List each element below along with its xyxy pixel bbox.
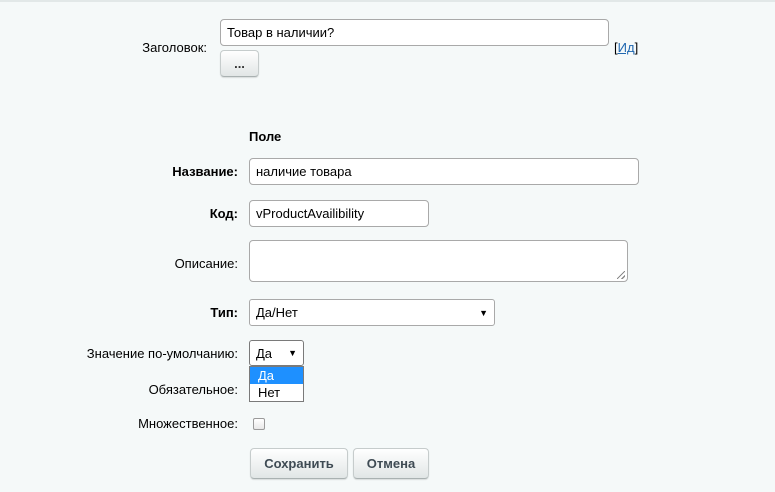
default-label: Значение по-умолчанию:	[86, 346, 238, 361]
default-dropdown-list: Да Нет	[249, 366, 304, 402]
header-label: Заголовок:	[142, 40, 207, 55]
code-input[interactable]: vProductAvailibility	[249, 200, 429, 227]
name-input[interactable]: наличие товара	[249, 158, 639, 185]
dropdown-option-yes[interactable]: Да	[250, 367, 303, 384]
save-button[interactable]: Сохранить	[250, 448, 348, 479]
type-label: Тип:	[210, 305, 238, 320]
top-border	[0, 0, 775, 2]
cancel-button[interactable]: Отмена	[353, 448, 429, 479]
dropdown-option-no[interactable]: Нет	[250, 384, 303, 401]
caret-down-icon: ▼	[479, 307, 488, 318]
lang-switch: [Ид]	[614, 40, 638, 55]
required-label: Обязательное:	[148, 382, 238, 397]
multiple-label: Множественное:	[138, 416, 238, 431]
type-select[interactable]: Да/Нет ▼	[249, 299, 495, 326]
default-select-value: Да	[256, 345, 273, 361]
lang-link-id[interactable]: Ид	[618, 40, 635, 55]
type-select-value: Да/Нет	[256, 305, 298, 320]
section-title-field: Поле	[249, 129, 282, 144]
description-textarea[interactable]	[249, 240, 628, 282]
code-label: Код:	[209, 206, 238, 221]
lang-bracket-close: ]	[634, 40, 639, 55]
resize-grip-icon[interactable]	[617, 271, 625, 279]
default-select[interactable]: Да ▼	[249, 340, 304, 366]
header-input[interactable]: Товар в наличии?	[220, 19, 609, 46]
caret-down-icon: ▼	[288, 348, 297, 358]
header-more-button[interactable]: ...	[220, 50, 259, 77]
name-label: Название:	[172, 164, 238, 179]
description-label: Описание:	[174, 256, 238, 271]
multiple-checkbox[interactable]	[253, 418, 265, 430]
